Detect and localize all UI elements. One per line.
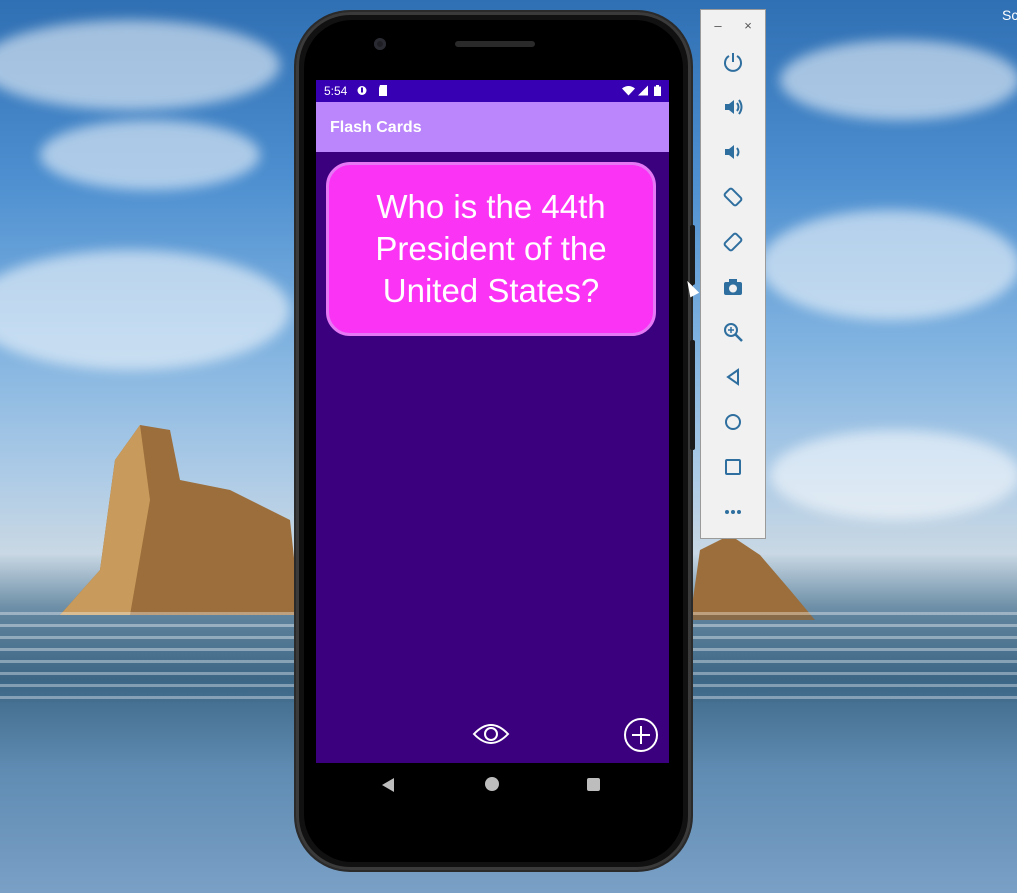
earpiece-speaker [455,41,535,47]
back-icon [726,368,739,386]
notification-icon [357,86,367,95]
home-icon [725,414,741,430]
rotate-right-button[interactable] [719,228,747,256]
app-title: Flash Cards [330,119,422,136]
more-button[interactable] [719,498,747,526]
status-bar: 5:54 [316,80,669,102]
rock-formation-left [60,425,300,615]
add-card-button[interactable] [622,716,660,754]
volume-rocker[interactable] [690,225,695,285]
cloud [0,20,280,110]
wifi-icon [622,86,635,96]
cloud [0,250,290,370]
volume-down-button[interactable] [719,138,747,166]
emulator-window-controls: – × [701,10,765,42]
cloud [40,120,260,190]
cloud [780,40,1017,120]
app-bar: Flash Cards [316,102,669,152]
back-button[interactable] [719,363,747,391]
camera-icon [724,279,742,295]
emulator-toolbar: – × [700,9,766,539]
minimize-button[interactable]: – [711,18,725,33]
more-icon [725,510,741,514]
status-time: 5:54 [324,84,348,98]
square-recents-icon[interactable] [587,778,600,791]
cloud [770,430,1017,520]
home-button[interactable] [719,408,747,436]
overview-icon [725,459,741,475]
zoom-button[interactable] [719,318,747,346]
android-nav-bar [316,763,669,808]
volume-up-icon [725,99,743,115]
rotate-left-icon [723,187,743,207]
signal-icon [638,85,648,96]
reveal-answer-button[interactable] [472,718,510,750]
circle-home-icon[interactable] [485,777,499,791]
sd-card-icon [379,85,387,96]
flash-card[interactable]: Who is the 44th President of the United … [326,162,656,336]
eye-icon [472,724,510,744]
overview-button[interactable] [719,453,747,481]
close-button[interactable]: × [741,18,755,33]
phone-screen: 5:54 Flash Cards Who is the 44th Preside… [316,80,669,763]
volume-down-icon [725,145,740,159]
desktop-corner-text: Sc [1002,7,1017,23]
front-camera [374,38,386,50]
rotate-left-button[interactable] [719,183,747,211]
triangle-back-icon[interactable] [382,778,394,792]
power-icon [724,53,742,72]
side-button[interactable] [690,340,695,450]
cloud [760,210,1017,320]
screenshot-button[interactable] [719,273,747,301]
rotate-right-icon [723,232,743,252]
battery-icon [654,85,661,96]
volume-up-button[interactable] [719,93,747,121]
zoom-icon [724,323,743,342]
rock-formation-right [690,535,815,620]
power-button[interactable] [719,48,747,76]
plus-circle-icon [624,718,658,752]
card-question: Who is the 44th President of the United … [375,188,607,309]
